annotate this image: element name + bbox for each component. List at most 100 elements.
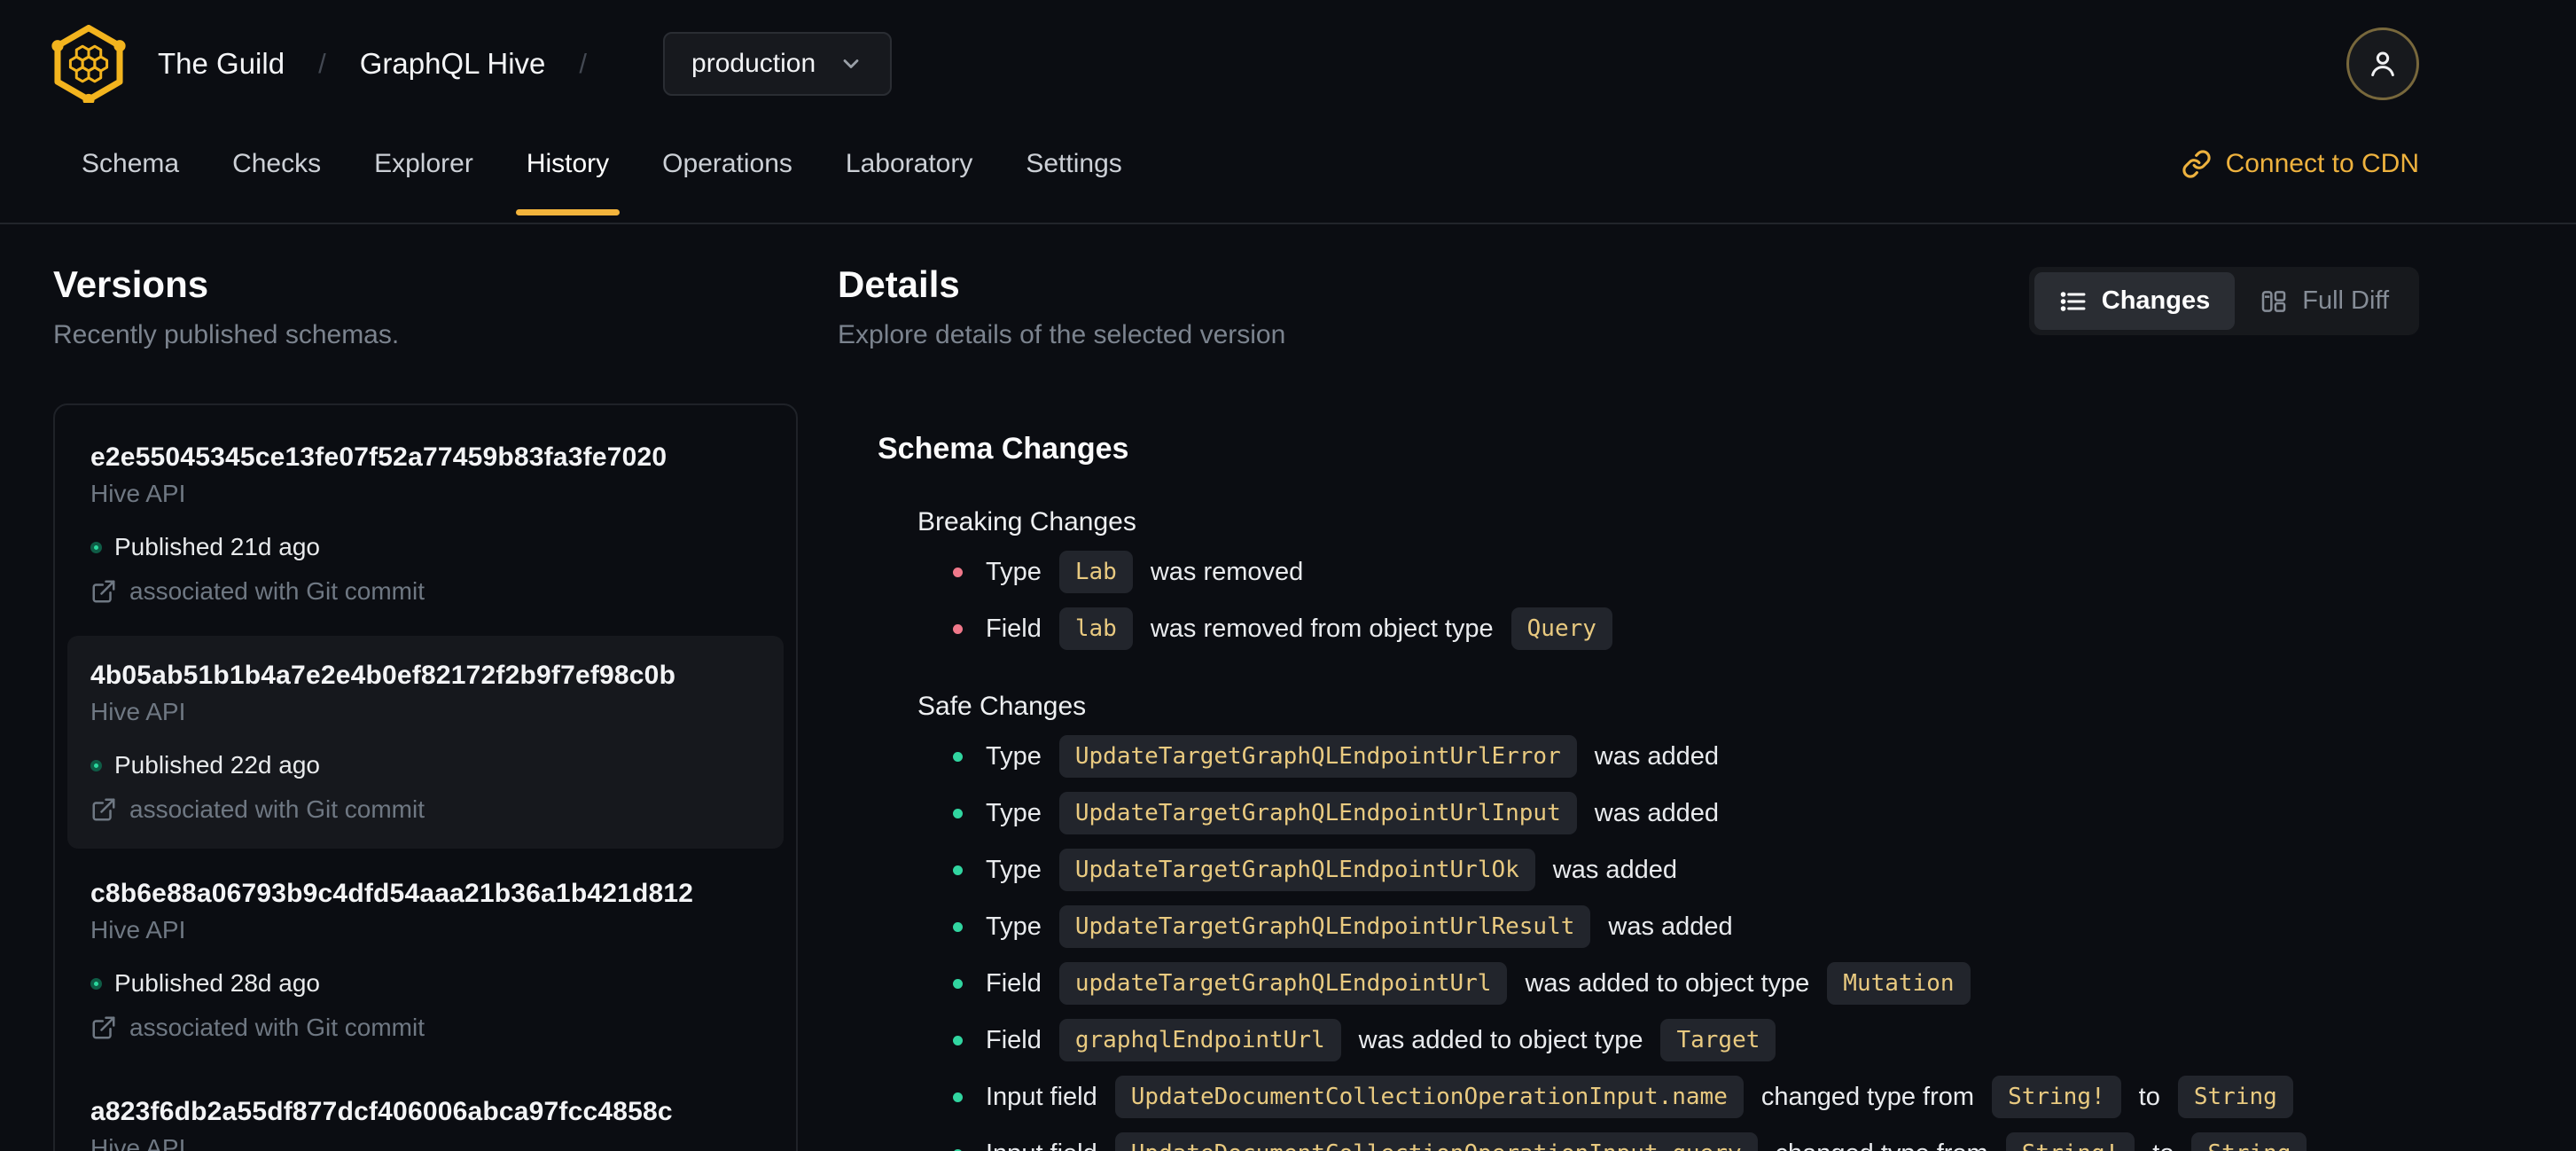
changes-view-label: Changes [2101, 286, 2211, 315]
details-header: Details Explore details of the selected … [838, 262, 2419, 350]
change-text: was added [1594, 798, 1720, 827]
page: The Guild / GraphQL Hive / production Sc… [0, 0, 2576, 1151]
code-chip: UpdateDocumentCollectionOperationInput.q… [1114, 1132, 1758, 1151]
version-service: Hive API [90, 698, 186, 725]
change-text: changed type from [1776, 1139, 1988, 1151]
tab-explorer[interactable]: Explorer [374, 105, 473, 223]
code-chip: UpdateTargetGraphQLEndpointUrlError [1058, 735, 1577, 778]
columns-icon [2261, 290, 2286, 312]
version-card[interactable]: e2e55045345ce13fe07f52a77459b83fa3fe7020… [67, 418, 784, 630]
safe-change-item: Input field UpdateDocumentCollectionOpera… [953, 1131, 2419, 1151]
details-panel: Details Explore details of the selected … [838, 262, 2576, 1151]
change-text: Field [986, 968, 1042, 998]
version-service: Hive API [90, 916, 186, 944]
bullet-icon [953, 1092, 963, 1102]
bullet-icon [953, 808, 963, 818]
change-text: Input field [986, 1082, 1097, 1111]
tab-settings[interactable]: Settings [1026, 105, 1121, 223]
tab-laboratory[interactable]: Laboratory [846, 105, 972, 223]
versions-panel: Versions Recently published schemas. e2e… [53, 262, 798, 1151]
versions-subtitle: Recently published schemas. [53, 320, 400, 349]
git-commit-link[interactable]: associated with Git commit [90, 795, 761, 824]
version-hash: 4b05ab51b1b4a7e2e4b0ef82172f2b9f7ef98c0b [90, 661, 676, 690]
full-diff-view-button[interactable]: Full Diff [2235, 272, 2414, 330]
published-dot-icon [90, 977, 102, 990]
view-toggle: Changes Full Diff [2028, 267, 2419, 335]
bullet-icon [953, 865, 963, 875]
schema-changes-title: Schema Changes [878, 432, 1129, 466]
bullet-icon [953, 921, 963, 932]
code-chip: lab [1058, 607, 1133, 650]
change-text: Input field [986, 1139, 1097, 1151]
environment-select[interactable]: production [663, 32, 893, 96]
versions-list: e2e55045345ce13fe07f52a77459b83fa3fe7020… [53, 403, 798, 1151]
bullet-icon [953, 978, 963, 989]
external-link-icon [92, 798, 115, 821]
tab-operations[interactable]: Operations [662, 105, 792, 223]
code-chip: String! [2005, 1132, 2135, 1151]
git-commit-link[interactable]: associated with Git commit [90, 577, 761, 606]
tab-checks[interactable]: Checks [232, 105, 321, 223]
code-chip: String! [1992, 1076, 2121, 1118]
git-commit-label: associated with Git commit [129, 795, 425, 823]
breaking-change-item: Type Lab was removed [953, 550, 2419, 594]
external-link-icon [92, 580, 115, 603]
code-chip: UpdateTargetGraphQLEndpointUrlInput [1058, 792, 1577, 834]
version-service: Hive API [90, 480, 186, 507]
breadcrumb-org[interactable]: The Guild [158, 47, 285, 81]
environment-select-value: production [691, 49, 816, 78]
version-card[interactable]: c8b6e88a06793b9c4dfd54aaa21b36a1b421d812… [67, 854, 784, 1067]
change-text: Type [986, 741, 1042, 771]
bullet-icon [953, 623, 963, 634]
versions-title: Versions [53, 263, 209, 305]
header-top-row: The Guild / GraphQL Hive / production [0, 0, 2576, 105]
tab-history[interactable]: History [515, 105, 621, 223]
change-text: to [2138, 1082, 2160, 1111]
safe-change-item: Type UpdateTargetGraphQLEndpointUrlInput w… [953, 791, 2419, 835]
version-hash: c8b6e88a06793b9c4dfd54aaa21b36a1b421d812 [90, 879, 694, 908]
code-chip: String [2177, 1076, 2293, 1118]
change-text: changed type from [1760, 1082, 1975, 1111]
code-chip: String [2191, 1132, 2307, 1151]
safe-change-item: Field graphqlEndpointUrl was added to obje… [953, 1018, 2419, 1062]
header: The Guild / GraphQL Hive / production Sc… [0, 0, 2576, 224]
code-chip: Lab [1058, 551, 1133, 593]
change-text: Type [986, 855, 1042, 884]
git-commit-label: associated with Git commit [129, 1014, 425, 1041]
change-text: was added [1608, 912, 1733, 941]
change-text: Type [986, 557, 1042, 586]
main-content: Versions Recently published schemas. e2e… [0, 224, 2576, 1151]
safe-changes-list: Type UpdateTargetGraphQLEndpointUrlError w… [953, 734, 2419, 1151]
git-commit-link[interactable]: associated with Git commit [90, 1014, 761, 1042]
code-chip: Mutation [1827, 962, 1971, 1005]
version-hash: e2e55045345ce13fe07f52a77459b83fa3fe7020 [90, 442, 667, 472]
version-status: Published 21d ago [90, 533, 761, 561]
hive-logo-icon[interactable] [50, 25, 128, 103]
change-text: Field [986, 1025, 1042, 1054]
version-card[interactable]: 4b05ab51b1b4a7e2e4b0ef82172f2b9f7ef98c0b… [67, 636, 784, 849]
change-text: was removed [1150, 557, 1304, 586]
safe-changes-title: Safe Changes [917, 692, 1087, 721]
changes-view-button[interactable]: Changes [2033, 272, 2236, 330]
change-text: was added to object type [1525, 968, 1810, 998]
code-chip: Target [1660, 1019, 1776, 1061]
change-text: to [2152, 1139, 2174, 1151]
tab-schema[interactable]: Schema [82, 105, 179, 223]
breadcrumb-project[interactable]: GraphQL Hive [360, 47, 546, 81]
code-chip: Query [1510, 607, 1612, 650]
breaking-changes-list: Type Lab was removed Field lab was removed fr… [953, 550, 2419, 651]
connect-to-cdn-label: Connect to CDN [2225, 148, 2419, 178]
connect-to-cdn-button[interactable]: Connect to CDN [2182, 149, 2419, 179]
git-commit-label: associated with Git commit [129, 577, 425, 605]
breaking-changes-title: Breaking Changes [917, 507, 1136, 536]
version-status: Published 22d ago [90, 751, 761, 779]
change-text: was added to object type [1358, 1025, 1643, 1054]
change-text: was added [1594, 741, 1720, 771]
safe-change-item: Type UpdateTargetGraphQLEndpointUrlError w… [953, 734, 2419, 779]
version-card[interactable]: a823f6db2a55df877dcf406006abca97fcc4858c… [67, 1072, 784, 1151]
user-menu-button[interactable] [2346, 27, 2419, 100]
change-text: Type [986, 798, 1042, 827]
bullet-icon [953, 1035, 963, 1045]
breadcrumb-separator: / [318, 48, 326, 79]
version-status: Published 28d ago [90, 969, 761, 998]
